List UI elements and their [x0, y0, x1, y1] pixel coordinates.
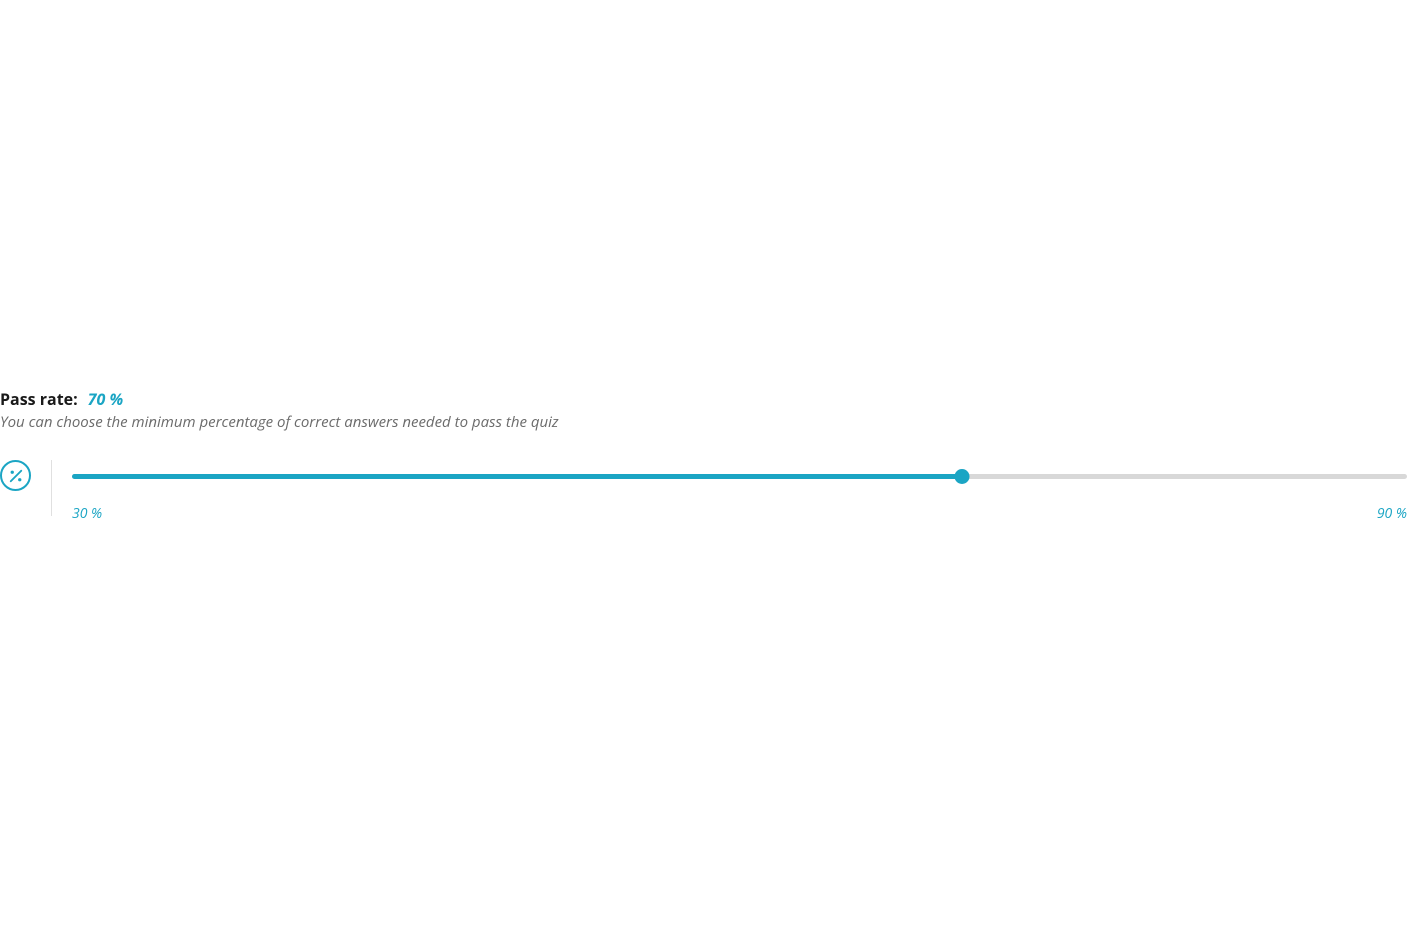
pass-rate-description: You can choose the minimum percentage of…	[0, 412, 1409, 432]
pass-rate-slider[interactable]: 30 % 90 %	[72, 460, 1409, 523]
slider-max-label: 90 %	[1377, 504, 1407, 523]
pass-rate-label: Pass rate:	[0, 388, 78, 410]
pass-rate-header: Pass rate: 70 %	[0, 388, 1409, 410]
pass-rate-value: 70 %	[88, 388, 123, 410]
pass-rate-slider-row: 30 % 90 %	[0, 460, 1409, 523]
slider-thumb[interactable]	[955, 469, 970, 484]
slider-track-fill	[72, 474, 962, 479]
percent-icon	[0, 460, 31, 491]
vertical-divider	[51, 460, 52, 516]
percent-icon-container	[0, 460, 31, 491]
slider-min-label: 30 %	[72, 504, 102, 523]
